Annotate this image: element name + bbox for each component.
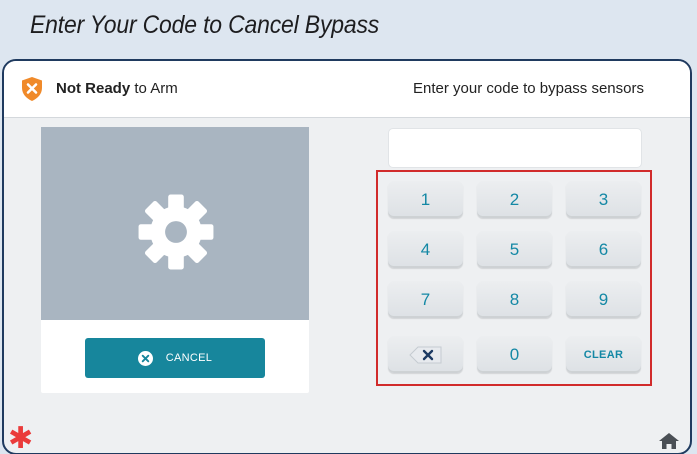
key-7[interactable]: 7 (388, 281, 463, 318)
code-input[interactable] (388, 128, 642, 168)
close-circle-icon (137, 350, 153, 366)
top-bar: Not Ready to Arm Enter your code to bypa… (4, 61, 690, 118)
asterisk-icon[interactable]: ✱ (8, 424, 33, 454)
left-panel: CANCEL (41, 127, 309, 393)
key-3[interactable]: 3 (566, 181, 641, 218)
key-0[interactable]: 0 (477, 336, 552, 373)
key-2[interactable]: 2 (477, 181, 552, 218)
instruction-text: Enter your code to bypass sensors (413, 80, 644, 97)
key-8[interactable]: 8 (477, 281, 552, 318)
gear-icon (138, 194, 214, 270)
clear-button[interactable]: CLEAR (566, 336, 641, 373)
key-9[interactable]: 9 (566, 281, 641, 318)
cancel-label: CANCEL (165, 352, 213, 364)
image-area (41, 127, 309, 320)
key-1[interactable]: 1 (388, 181, 463, 218)
status-bold: Not Ready (56, 80, 131, 97)
backspace-button[interactable] (388, 336, 463, 373)
shield-x-icon (22, 77, 42, 101)
home-icon[interactable] (658, 432, 680, 450)
status-rest: to Arm (130, 80, 178, 97)
key-4[interactable]: 4 (388, 231, 463, 268)
backspace-icon (408, 346, 441, 363)
device-screen: Not Ready to Arm Enter your code to bypa… (2, 59, 692, 454)
arm-status: Not Ready to Arm (56, 80, 178, 97)
page-title: Enter Your Code to Cancel Bypass (30, 11, 380, 39)
key-6[interactable]: 6 (566, 231, 641, 268)
cancel-button[interactable]: CANCEL (85, 338, 265, 378)
page: Enter Your Code to Cancel Bypass Not Rea… (0, 0, 697, 454)
bottom-bar: ✱ (4, 424, 690, 454)
key-5[interactable]: 5 (477, 231, 552, 268)
